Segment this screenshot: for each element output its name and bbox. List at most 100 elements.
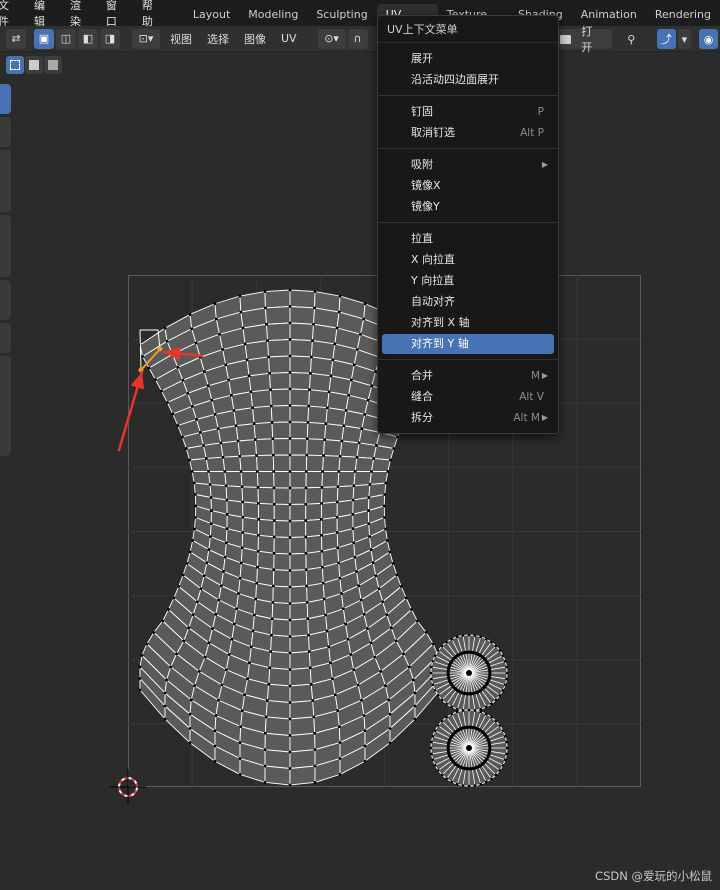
uv-face	[264, 306, 291, 325]
uv-face	[269, 388, 291, 407]
uv-vertex	[272, 502, 276, 506]
uv-vertex	[190, 404, 194, 408]
uv-vertex	[338, 757, 342, 760]
uv-vertex	[192, 481, 196, 485]
uv-face	[217, 425, 239, 444]
context-menu-item[interactable]: Y 向拉直	[382, 271, 554, 291]
context-menu-item[interactable]: 拉直	[382, 229, 554, 249]
uv-face	[306, 421, 327, 441]
uv-vertex	[333, 342, 337, 346]
uv-vertex	[501, 654, 505, 658]
uv-face	[289, 765, 316, 786]
uv-vertex	[204, 457, 208, 460]
uv-vertex	[503, 683, 507, 687]
uv-vertex	[243, 693, 247, 697]
uv-face	[289, 322, 314, 342]
uv-vertex	[272, 519, 276, 522]
uv-vertex	[238, 773, 242, 776]
uv-face	[241, 486, 259, 504]
uv-vertex	[176, 424, 180, 427]
uv-vertex	[374, 574, 378, 578]
uv-vertex	[473, 709, 477, 712]
uv-vertex	[322, 454, 325, 457]
uv-vertex	[360, 698, 363, 702]
uv-mesh-canvas[interactable]	[0, 0, 720, 890]
uv-face	[256, 471, 275, 489]
uv-vertex	[377, 587, 381, 591]
uv-vertex	[191, 539, 195, 542]
uv-vertex	[445, 702, 448, 706]
context-menu-item[interactable]: 展开	[382, 49, 554, 69]
uv-face	[189, 457, 210, 472]
uv-face	[264, 749, 291, 769]
context-menu-item[interactable]: 钉固 P	[382, 102, 554, 122]
uv-vertex	[327, 645, 331, 649]
uv-vertex	[352, 363, 356, 367]
menu-item-label: 对齐到 X 轴	[411, 316, 470, 329]
uv-vertex	[145, 642, 149, 646]
uv-vertex	[338, 454, 342, 458]
context-menu-item[interactable]: 自动对齐	[382, 292, 554, 312]
context-menu-item[interactable]: 对齐到 X 轴	[382, 313, 554, 333]
context-menu-item[interactable]: 镜像Y	[382, 197, 554, 217]
context-menu-item[interactable]: 合并 M ▶	[382, 366, 554, 386]
uv-vertex	[202, 370, 206, 373]
uv-face	[322, 455, 341, 472]
uv-vertex	[388, 550, 392, 554]
uv-vertex	[362, 612, 366, 616]
uv-face	[289, 306, 316, 325]
uv-vertex	[271, 600, 275, 604]
uv-vertex	[411, 678, 415, 682]
uv-vertex	[366, 627, 369, 630]
uv-vertex	[241, 515, 245, 519]
disc-center	[466, 745, 472, 751]
uv-vertex	[366, 398, 370, 402]
uv-face	[230, 391, 254, 412]
uv-vertex	[431, 642, 435, 646]
uv-vertex	[430, 740, 433, 744]
uv-vertex	[288, 651, 292, 655]
uv-face	[307, 405, 328, 425]
uv-vertex	[224, 363, 228, 367]
uv-vertex	[484, 705, 488, 709]
uv-vertex	[223, 555, 227, 559]
uv-vertex	[313, 764, 317, 768]
uv-vertex	[503, 734, 507, 738]
uv-vertex	[395, 573, 399, 577]
uv-face	[270, 634, 291, 654]
uv-vertex	[249, 645, 253, 649]
uv-vertex	[362, 714, 366, 717]
uv-vertex	[207, 470, 210, 473]
context-menu-item[interactable]: 沿活动四边面展开	[382, 70, 554, 90]
context-menu-item[interactable]: 吸附 ▶	[382, 155, 554, 175]
menu-item-label: 拆分	[411, 411, 433, 424]
uv-face	[272, 454, 291, 472]
uv-vertex	[266, 339, 269, 343]
uv-vertex	[188, 313, 192, 316]
uv-face	[289, 667, 312, 687]
uv-face	[289, 438, 308, 456]
uv-face	[222, 455, 242, 472]
uv-vertex	[141, 355, 144, 358]
uv-vertex	[288, 750, 292, 754]
uv-face	[309, 372, 332, 393]
uv-vertex	[338, 741, 342, 744]
context-menu-item[interactable]: 缝合 Alt V	[382, 387, 554, 407]
context-menu-item[interactable]: X 向拉直	[382, 250, 554, 270]
context-menu-item[interactable]: 镜像X	[382, 176, 554, 196]
menu-item-shortcut: M	[530, 370, 540, 382]
context-menu-item[interactable]: 拆分 Alt M ▶	[382, 408, 554, 428]
uv-vertex	[187, 626, 191, 630]
uv-vertex	[202, 574, 206, 578]
uv-face	[289, 536, 307, 555]
context-menu-item[interactable]: 取消钉选 Alt P	[382, 123, 554, 143]
uv-vertex	[402, 652, 405, 656]
uv-vertex	[363, 729, 367, 733]
uv-vertex	[288, 536, 292, 539]
menu-item-label: 展开	[411, 52, 433, 65]
uv-vertex	[256, 565, 259, 569]
uv-vertex	[271, 437, 275, 441]
uv-vertex	[251, 406, 255, 410]
context-menu-item[interactable]: 对齐到 Y 轴	[382, 334, 554, 354]
uv-vertex	[389, 458, 392, 462]
